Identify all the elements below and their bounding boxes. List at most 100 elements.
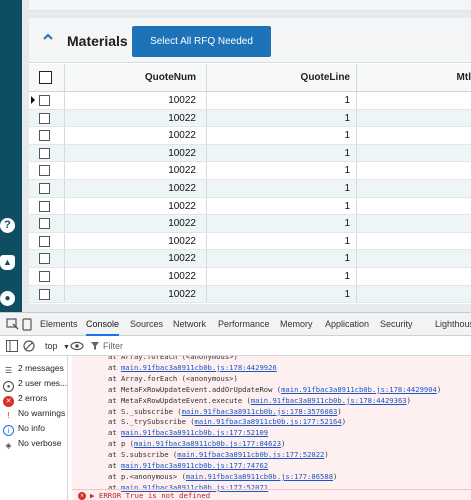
table-row[interactable]: 10022 1 bbox=[29, 232, 471, 251]
cell-quotenum[interactable]: 10022 bbox=[65, 144, 207, 162]
table-row[interactable]: 10022 1 bbox=[29, 109, 471, 128]
row-checkbox[interactable] bbox=[39, 218, 50, 230]
cell-quotenum[interactable]: 10022 bbox=[65, 215, 207, 232]
row-checkbox[interactable] bbox=[39, 182, 50, 194]
user-icon[interactable]: ● bbox=[0, 291, 15, 306]
table-row[interactable]: 10022 1 bbox=[29, 267, 471, 286]
table-row[interactable]: 10022 1 bbox=[29, 127, 471, 145]
table-row[interactable]: 10022 1 bbox=[29, 92, 471, 110]
column-header-quotenum[interactable]: QuoteNum bbox=[65, 64, 207, 91]
cell-quotenum[interactable]: 10022 bbox=[65, 250, 207, 267]
cell-mtl[interactable] bbox=[357, 127, 471, 144]
cell-mtl[interactable] bbox=[357, 233, 471, 250]
table-row[interactable]: 10022 1 bbox=[29, 250, 471, 268]
select-all-checkbox[interactable] bbox=[39, 71, 52, 84]
source-link[interactable]: main.91fbac3a8911cb0b.js:177:52164 bbox=[195, 417, 342, 426]
sidebar-toggle-icon[interactable] bbox=[6, 340, 18, 352]
notifications-icon[interactable]: ▲ bbox=[0, 255, 15, 270]
sidebar-item-user[interactable]: ● 2 user mes... bbox=[3, 376, 67, 392]
tab-application[interactable]: Application bbox=[325, 313, 369, 336]
source-link[interactable]: main.91fbac3a8911cb0b.js:178:3576083 bbox=[182, 407, 338, 416]
table-row[interactable]: 10022 1 bbox=[29, 162, 471, 180]
tab-memory[interactable]: Memory bbox=[280, 313, 313, 336]
source-link[interactable]: main.91fbac3a8911cb0b.js:177:52022 bbox=[177, 450, 324, 459]
cell-mtl[interactable] bbox=[357, 110, 471, 127]
cell-quotenum[interactable]: 10022 bbox=[65, 267, 207, 285]
cell-quoteline[interactable]: 1 bbox=[207, 162, 357, 179]
table-row[interactable]: 10022 1 bbox=[29, 215, 471, 233]
sidebar-item-list[interactable]: ☰ 2 messages bbox=[3, 361, 64, 375]
select-all-rfq-button[interactable]: Select All RFQ Needed bbox=[132, 26, 271, 57]
table-row[interactable]: 10022 1 bbox=[29, 197, 471, 216]
cell-mtl[interactable] bbox=[357, 286, 471, 303]
source-link[interactable]: main.91fbac3a8911cb0b.js:178:4429363 bbox=[251, 396, 407, 405]
cell-mtl[interactable] bbox=[357, 268, 471, 285]
error-message[interactable]: ✕ ▶ ERROR True is not defined bbox=[72, 489, 471, 500]
tab-lighthouse[interactable]: Lighthouse bbox=[435, 313, 471, 336]
row-checkbox[interactable] bbox=[39, 130, 50, 142]
cell-mtl[interactable] bbox=[357, 92, 471, 109]
row-checkbox[interactable] bbox=[39, 200, 50, 212]
row-checkbox[interactable] bbox=[39, 253, 50, 265]
cell-quotenum[interactable]: 10022 bbox=[65, 162, 207, 179]
table-row[interactable]: 10022 1 bbox=[29, 179, 471, 198]
cell-quoteline[interactable]: 1 bbox=[207, 144, 357, 162]
row-checkbox[interactable] bbox=[39, 95, 50, 106]
table-row[interactable]: 10022 1 bbox=[29, 285, 471, 304]
cell-quoteline[interactable]: 1 bbox=[207, 215, 357, 232]
tab-elements[interactable]: Elements bbox=[40, 313, 78, 336]
cell-quotenum[interactable]: 10022 bbox=[65, 197, 207, 215]
row-checkbox[interactable] bbox=[39, 165, 50, 177]
sidebar-item-warning[interactable]: ! No warnings bbox=[3, 406, 65, 420]
device-toolbar-icon[interactable] bbox=[22, 318, 32, 331]
tab-network[interactable]: Network bbox=[173, 313, 206, 336]
cell-mtl[interactable] bbox=[357, 250, 471, 267]
sidebar-item-error[interactable]: ✕ 2 errors bbox=[3, 391, 47, 407]
source-link[interactable]: main.91fbac3a8911cb0b.js:177:86588 bbox=[186, 472, 333, 481]
cell-quoteline[interactable]: 1 bbox=[207, 92, 357, 109]
cell-quoteline[interactable]: 1 bbox=[207, 267, 357, 285]
cell-quotenum[interactable]: 10022 bbox=[65, 109, 207, 127]
filter-input[interactable]: Filter bbox=[103, 339, 123, 353]
cell-quoteline[interactable]: 1 bbox=[207, 109, 357, 127]
source-link[interactable]: main.91fbac3a8911cb0b.js:178:4429904 bbox=[281, 385, 437, 394]
cell-quoteline[interactable]: 1 bbox=[207, 250, 357, 267]
cell-quotenum[interactable]: 10022 bbox=[65, 92, 207, 109]
horizontal-scrollbar[interactable] bbox=[29, 304, 471, 312]
cell-mtl[interactable] bbox=[357, 215, 471, 232]
cell-quoteline[interactable]: 1 bbox=[207, 285, 357, 303]
cell-mtl[interactable] bbox=[357, 180, 471, 197]
source-link[interactable]: main.91fbac3a8911cb0b.js:177:74762 bbox=[121, 461, 268, 470]
cell-quoteline[interactable]: 1 bbox=[207, 127, 357, 144]
live-expression-eye-icon[interactable] bbox=[70, 341, 84, 351]
cell-quotenum[interactable]: 10022 bbox=[65, 179, 207, 197]
cell-quotenum[interactable]: 10022 bbox=[65, 232, 207, 250]
cell-mtl[interactable] bbox=[357, 162, 471, 179]
chevron-up-icon[interactable] bbox=[41, 30, 55, 44]
sidebar-item-info[interactable]: i No info bbox=[3, 421, 45, 436]
help-icon[interactable]: ? bbox=[0, 218, 15, 233]
column-header-quoteline[interactable]: QuoteLine bbox=[207, 64, 357, 91]
source-link[interactable]: main.91fbac3a8911cb0b.js:177:84623 bbox=[134, 439, 281, 448]
cell-mtl[interactable] bbox=[357, 145, 471, 162]
row-checkbox[interactable] bbox=[39, 112, 50, 124]
tab-performance[interactable]: Performance bbox=[218, 313, 270, 336]
cell-mtl[interactable] bbox=[357, 198, 471, 215]
tab-sources[interactable]: Sources bbox=[130, 313, 163, 336]
cell-quotenum[interactable]: 10022 bbox=[65, 127, 207, 144]
cell-quoteline[interactable]: 1 bbox=[207, 179, 357, 197]
inspect-icon[interactable] bbox=[6, 318, 19, 331]
source-link[interactable]: main.91fbac3a8911cb0b.js:178:4429926 bbox=[121, 363, 277, 372]
tab-console[interactable]: Console bbox=[86, 313, 120, 336]
column-header-mtl[interactable]: Mtl bbox=[357, 64, 471, 91]
cell-quoteline[interactable]: 1 bbox=[207, 232, 357, 250]
clear-console-icon[interactable] bbox=[23, 340, 35, 352]
sidebar-item-verbose[interactable]: ◈ No verbose bbox=[3, 436, 61, 450]
source-link[interactable]: main.91fbac3a8911cb0b.js:177:52109 bbox=[121, 428, 268, 437]
row-checkbox[interactable] bbox=[39, 235, 50, 247]
tab-security[interactable]: Security bbox=[380, 313, 413, 336]
cell-quotenum[interactable]: 10022 bbox=[65, 285, 207, 303]
context-selector[interactable]: top ▼ bbox=[45, 339, 70, 353]
table-row[interactable]: 10022 1 bbox=[29, 144, 471, 163]
row-checkbox[interactable] bbox=[39, 270, 50, 282]
